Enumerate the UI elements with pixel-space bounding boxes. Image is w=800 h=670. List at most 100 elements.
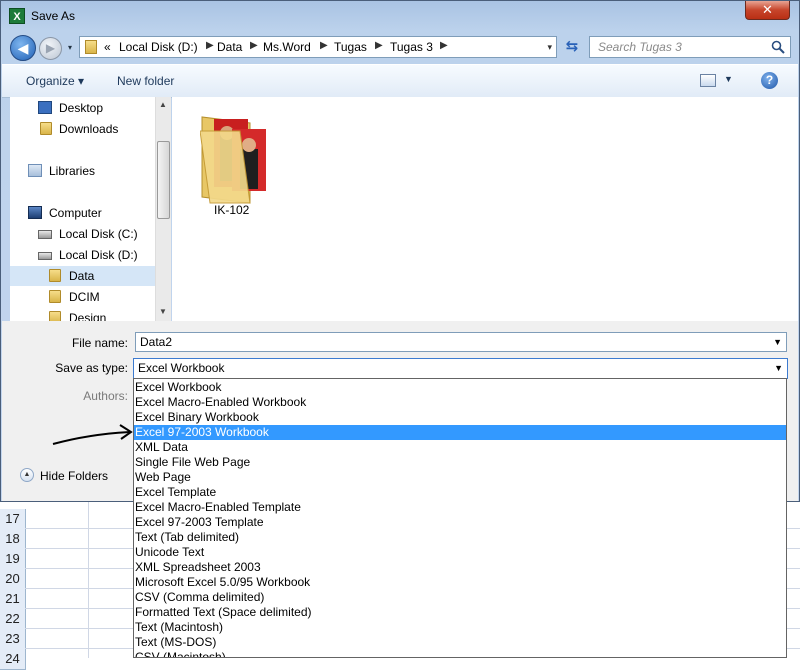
- breadcrumb-separator-icon[interactable]: ▶: [440, 40, 448, 51]
- back-button[interactable]: ◀: [10, 35, 36, 61]
- save-type-option[interactable]: Text (Macintosh): [134, 620, 786, 635]
- excel-app-icon: X: [9, 8, 25, 24]
- row-header[interactable]: 24: [0, 649, 26, 670]
- nav-item-libraries[interactable]: Libraries: [10, 161, 155, 181]
- breadcrumb-separator-icon[interactable]: ▶: [320, 40, 328, 51]
- file-name-input[interactable]: Data2 ▼: [135, 332, 787, 352]
- breadcrumb-item[interactable]: Ms.Word: [263, 40, 311, 54]
- row-header[interactable]: 19: [0, 549, 26, 570]
- nav-item-label: Desktop: [59, 101, 104, 115]
- save-type-option[interactable]: XML Data: [134, 440, 786, 455]
- save-type-option[interactable]: Web Page: [134, 470, 786, 485]
- save-type-option[interactable]: CSV (Comma delimited): [134, 590, 786, 605]
- save-type-option[interactable]: Excel Workbook: [134, 380, 786, 395]
- hide-folders-label: Hide Folders: [40, 469, 109, 483]
- nav-item-downloads[interactable]: Downloads: [10, 119, 155, 139]
- save-as-type-select[interactable]: Excel Workbook ▼: [133, 358, 788, 379]
- save-type-option[interactable]: Text (Tab delimited): [134, 530, 786, 545]
- nav-item-design[interactable]: Design: [10, 308, 155, 321]
- save-type-option[interactable]: XML Spreadsheet 2003: [134, 560, 786, 575]
- nav-item-label: Local Disk (C:): [59, 227, 138, 241]
- search-icon[interactable]: [771, 40, 785, 54]
- save-type-option[interactable]: Excel 97-2003 Workbook: [134, 425, 786, 440]
- save-type-option[interactable]: Single File Web Page: [134, 455, 786, 470]
- navigation-pane[interactable]: Desktop Downloads Libraries Computer Loc…: [10, 97, 155, 321]
- nav-item-label: Computer: [49, 206, 102, 220]
- nav-item-desktop[interactable]: Desktop: [10, 98, 155, 118]
- view-options-dropdown[interactable]: ▼: [724, 74, 733, 84]
- nav-item-label: Local Disk (D:): [59, 248, 138, 262]
- new-folder-button[interactable]: New folder: [117, 74, 174, 88]
- scroll-up-icon[interactable]: ▲: [159, 100, 167, 109]
- save-type-option[interactable]: Microsoft Excel 5.0/95 Workbook: [134, 575, 786, 590]
- save-type-option[interactable]: Excel Binary Workbook: [134, 410, 786, 425]
- help-button[interactable]: ?: [761, 72, 778, 89]
- save-type-option[interactable]: Formatted Text (Space delimited): [134, 605, 786, 620]
- row-header[interactable]: 22: [0, 609, 26, 630]
- nav-item-label: DCIM: [69, 290, 100, 304]
- row-header[interactable]: 23: [0, 629, 26, 650]
- row-header[interactable]: 21: [0, 589, 26, 610]
- file-name-label: File name:: [71, 336, 128, 350]
- breadcrumb-item[interactable]: Tugas: [334, 40, 367, 54]
- scrollbar-thumb[interactable]: [157, 141, 170, 219]
- breadcrumb-overflow[interactable]: «: [104, 40, 111, 54]
- folder-icon: [49, 311, 61, 321]
- breadcrumb-separator-icon[interactable]: ▶: [206, 40, 214, 51]
- libraries-icon: [28, 164, 42, 177]
- nav-item-dcim[interactable]: DCIM: [10, 287, 155, 307]
- navigation-scrollbar[interactable]: ▲ ▼: [155, 97, 171, 321]
- breadcrumb-separator-icon[interactable]: ▶: [250, 40, 258, 51]
- search-box[interactable]: Search Tugas 3: [589, 36, 791, 58]
- save-as-type-value: Excel Workbook: [138, 361, 225, 375]
- breadcrumb-separator-icon[interactable]: ▶: [375, 40, 383, 51]
- folder-icon: [49, 269, 61, 282]
- nav-item-label: Data: [69, 269, 95, 283]
- search-placeholder: Search Tugas 3: [598, 40, 682, 54]
- computer-icon: [28, 206, 42, 219]
- photo-folder-icon: [200, 116, 266, 204]
- change-view-icon[interactable]: [700, 74, 716, 87]
- close-button[interactable]: ✕: [745, 1, 790, 20]
- file-name-value: Data2: [140, 335, 173, 349]
- desktop-icon: [38, 101, 52, 114]
- nav-item-local-disk-d[interactable]: Local Disk (D:): [10, 245, 155, 265]
- save-type-option[interactable]: Excel Template: [134, 485, 786, 500]
- collapse-up-icon: ▲: [20, 468, 34, 482]
- nav-item-local-disk-c[interactable]: Local Disk (C:): [10, 224, 155, 244]
- breadcrumb-item[interactable]: Data: [217, 40, 242, 54]
- file-list-area[interactable]: IK-102: [172, 97, 798, 321]
- save-type-option[interactable]: Excel Macro-Enabled Template: [134, 500, 786, 515]
- chevron-down-icon[interactable]: ▼: [774, 363, 783, 373]
- address-bar[interactable]: « Local Disk (D:) ▶ Data ▶ Ms.Word ▶ Tug…: [79, 36, 557, 58]
- folder-name: IK-102: [214, 203, 250, 217]
- row-header[interactable]: 18: [0, 529, 26, 550]
- address-dropdown-icon[interactable]: ▾: [547, 42, 552, 53]
- folder-icon: [40, 122, 52, 135]
- save-as-type-dropdown-list[interactable]: Excel Workbook Excel Macro-Enabled Workbo…: [133, 378, 787, 658]
- save-type-option[interactable]: Text (MS-DOS): [134, 635, 786, 650]
- recent-locations-dropdown[interactable]: ▾: [65, 43, 75, 53]
- scroll-down-icon[interactable]: ▼: [159, 307, 167, 316]
- save-type-option[interactable]: CSV (Macintosh): [134, 650, 786, 657]
- dialog-title: Save As: [31, 9, 76, 23]
- column-gridline: [88, 500, 89, 658]
- chevron-down-icon[interactable]: ▼: [773, 337, 782, 347]
- organize-button[interactable]: Organize ▾: [26, 74, 84, 88]
- save-type-option[interactable]: Unicode Text: [134, 545, 786, 560]
- folder-icon: [49, 290, 61, 303]
- nav-item-label: Libraries: [49, 164, 96, 178]
- row-header[interactable]: 20: [0, 569, 26, 590]
- nav-item-label: Design: [69, 311, 107, 321]
- forward-button[interactable]: ▶: [39, 37, 62, 60]
- title-bar[interactable]: X Save As ✕: [1, 1, 799, 31]
- save-type-option[interactable]: Excel 97-2003 Template: [134, 515, 786, 530]
- breadcrumb-item[interactable]: Local Disk (D:): [119, 40, 198, 54]
- save-as-type-label: Save as type:: [55, 361, 128, 375]
- nav-item-data[interactable]: Data: [10, 266, 155, 286]
- row-header[interactable]: 17: [0, 509, 26, 530]
- save-type-option[interactable]: Excel Macro-Enabled Workbook: [134, 395, 786, 410]
- refresh-button[interactable]: ⇆: [559, 36, 585, 58]
- nav-item-computer[interactable]: Computer: [10, 203, 155, 223]
- breadcrumb-item[interactable]: Tugas 3: [390, 40, 433, 54]
